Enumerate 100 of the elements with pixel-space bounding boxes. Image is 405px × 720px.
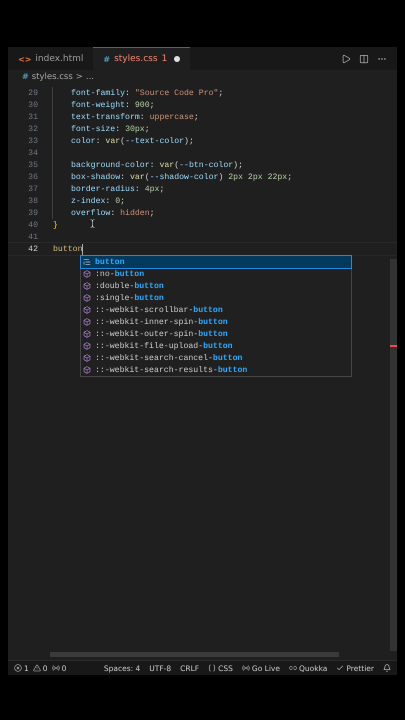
code-token: ( (174, 160, 180, 170)
code-token: 900 (134, 100, 150, 110)
code-token: --btn-color (179, 160, 234, 170)
line-number: 33 (27, 136, 38, 146)
code-token: : (125, 100, 131, 110)
line-number: 36 (27, 172, 38, 182)
code-token: border-radius (71, 184, 135, 194)
code-token: ); (184, 136, 194, 146)
code-token: : (150, 160, 156, 170)
suggestion-item[interactable]: ::-webkit-file-upload-button (81, 340, 351, 352)
code-token: ); (233, 160, 243, 170)
scrollbar[interactable] (50, 652, 339, 657)
line-number: 38 (27, 196, 38, 206)
suggestion-item[interactable]: :no-button (81, 268, 351, 280)
line-number: 30 (27, 100, 38, 110)
antenna-icon (52, 664, 60, 672)
code-icon: <> (18, 54, 32, 64)
warning-icon (32, 664, 41, 672)
suggestion-item[interactable]: ::-webkit-search-cancel-button (81, 352, 351, 364)
code-token: z-index (71, 196, 106, 206)
code-token: --shadow-color (150, 172, 218, 182)
line-number: 34 (27, 148, 38, 158)
text-cursor (82, 244, 84, 254)
hash-icon: # (22, 72, 29, 81)
code-token: var (130, 172, 145, 182)
code-token: font-family (71, 88, 126, 98)
code-token: uppercase (150, 112, 194, 122)
breadcrumb-item[interactable]: ... (86, 72, 94, 82)
code-token: var (105, 136, 120, 146)
code-token: : (96, 136, 102, 146)
code-token: ; (120, 196, 126, 206)
code-token: text-transform (71, 112, 140, 122)
code-token: ; (287, 172, 292, 182)
code-token: ) (218, 172, 224, 182)
editor-tab[interactable]: # styles.css 1 (93, 47, 190, 70)
code-token: ; (194, 112, 199, 122)
cube-icon (83, 342, 91, 350)
line-number: 40 (27, 220, 38, 230)
suggestion-item[interactable]: ::-webkit-outer-spin-button (81, 328, 351, 340)
bell-icon[interactable] (383, 664, 391, 672)
mouse-cursor-icon (88, 219, 97, 228)
text-icon (83, 258, 91, 266)
cube-icon (83, 318, 91, 326)
code-token: ( (144, 172, 150, 182)
cube-icon (83, 306, 91, 314)
code-token: 4px (144, 184, 160, 194)
line-number: 35 (27, 160, 38, 170)
link-icon (289, 664, 297, 672)
cube-icon (83, 282, 91, 290)
suggestion-item[interactable]: ::-webkit-scrollbar-button (81, 304, 351, 316)
line-number: 41 (27, 232, 38, 242)
code-token: 30px (125, 124, 145, 134)
code-token: : (140, 112, 146, 122)
code-token: : (120, 172, 126, 182)
suggestion-item[interactable]: :double-button (81, 280, 351, 292)
error-icon (14, 664, 22, 672)
line-number: 37 (27, 184, 38, 194)
code-token: } (53, 220, 58, 230)
code-token: --text-color (125, 136, 184, 146)
cube-icon (83, 366, 91, 374)
code-token: "Source Code Pro" (134, 88, 218, 98)
code-token: box-shadow (71, 172, 120, 182)
code-token: color (71, 136, 96, 146)
code-token: font-size (71, 124, 116, 134)
tab-label: index.html (35, 54, 84, 64)
code-token: background-color (71, 160, 150, 170)
broadcast-icon (242, 664, 250, 672)
code-token: ( (120, 136, 126, 146)
cube-icon (83, 294, 91, 302)
suggestion-item[interactable]: ::-webkit-inner-spin-button (81, 316, 351, 328)
code-token: button (53, 244, 82, 254)
suggestion-item[interactable]: button (81, 256, 351, 268)
line-number: 32 (27, 124, 38, 134)
code-token: : (115, 124, 122, 134)
cube-icon (83, 270, 91, 278)
tab-label: styles.css (114, 54, 158, 64)
code-token: 2px 2px 22px (228, 172, 288, 182)
run-icon[interactable] (341, 54, 351, 64)
code-token: ; (150, 208, 155, 218)
braces-icon (208, 664, 216, 672)
code-token: ; (218, 88, 224, 98)
check-icon (336, 664, 344, 672)
code-token: : (125, 88, 131, 98)
breadcrumb-item[interactable]: styles.css (32, 72, 73, 82)
code-token: ; (144, 124, 150, 134)
code-token: : (110, 208, 116, 218)
hash-icon: # (103, 54, 110, 64)
cube-icon (83, 354, 91, 362)
code-token: : (105, 196, 112, 206)
suggestion-item[interactable]: ::-webkit-search-results-button (81, 364, 351, 376)
line-number: 39 (27, 208, 38, 218)
scrollbar[interactable] (390, 259, 397, 651)
suggestion-item[interactable]: :single-button (81, 292, 351, 304)
code-token: : (134, 184, 141, 194)
code-token: ; (159, 184, 164, 194)
split-editor-icon[interactable] (359, 54, 369, 64)
breadcrumb-separator: > (76, 72, 83, 82)
code-token: ; (150, 100, 155, 110)
cube-icon (83, 330, 91, 338)
code-token: overflow (71, 208, 110, 218)
